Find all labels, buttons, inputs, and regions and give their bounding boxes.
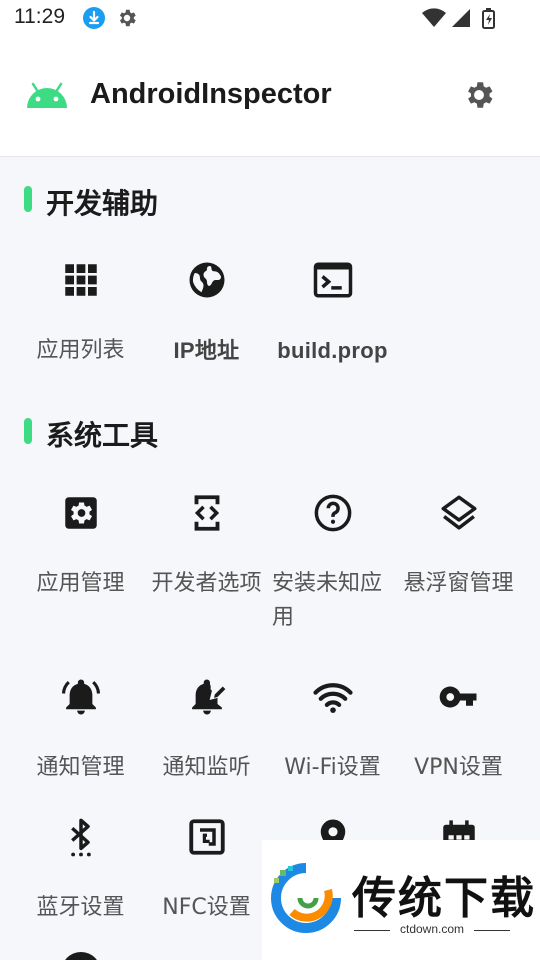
watermark-overlay: 传统下载 ctdown.com: [262, 840, 540, 960]
bluetooth-icon: [59, 815, 103, 859]
tile-app-list[interactable]: 应用列表: [18, 258, 143, 408]
app-title: AndroidInspector: [90, 78, 332, 110]
tile-app-management[interactable]: 应用管理: [18, 491, 143, 641]
tile-label: 开发者选项: [151, 571, 262, 596]
tile-label: 蓝牙设置: [36, 895, 125, 920]
bell-icon: [59, 675, 103, 719]
globe-icon: [185, 258, 229, 302]
tile-vpn-settings[interactable]: VPN设置: [396, 675, 521, 825]
help-circle-icon: [311, 491, 355, 535]
gear-icon: [468, 82, 493, 108]
app-bar: AndroidInspector: [0, 36, 540, 157]
battery-charging-icon: [482, 8, 495, 29]
gear-icon: [116, 7, 138, 33]
tile-nfc-settings[interactable]: NFC设置: [144, 815, 269, 960]
section-accent-bar: [24, 186, 32, 212]
wifi-icon: [422, 8, 446, 27]
section-title: 系统工具: [46, 419, 159, 452]
tile-notification-management[interactable]: 通知管理: [18, 675, 143, 825]
layers-icon: [437, 491, 481, 535]
app-settings-icon: [59, 491, 103, 535]
nfc-icon: [185, 815, 229, 859]
signal-icon: [452, 9, 470, 27]
tile-bluetooth-settings[interactable]: 蓝牙设置: [18, 815, 143, 960]
tile-developer-options[interactable]: 开发者选项: [144, 491, 269, 641]
tile-ip-address[interactable]: IP地址: [144, 258, 269, 408]
tile-label: IP地址: [173, 338, 240, 363]
developer-mode-icon: [185, 491, 229, 535]
section-title: 开发辅助: [46, 187, 159, 220]
tile-label: 安装未知应用: [272, 571, 383, 630]
vpn-key-icon: [437, 675, 481, 719]
tile-label: VPN设置: [414, 755, 503, 780]
tile-label: 悬浮窗管理: [403, 571, 514, 596]
tile-notification-listener[interactable]: 通知监听: [144, 675, 269, 825]
watermark-logo-icon: [270, 862, 342, 938]
tile-overlay-management[interactable]: 悬浮窗管理: [396, 491, 521, 641]
terminal-icon: [311, 258, 355, 302]
tile-label: 应用管理: [36, 571, 125, 596]
tile-build-prop[interactable]: build.prop: [270, 258, 395, 408]
status-right-icons: [422, 8, 502, 34]
watermark-url: ctdown.com: [354, 922, 510, 936]
tile-wifi-settings[interactable]: Wi-Fi设置: [270, 675, 395, 825]
status-bar: 11:29: [0, 0, 540, 36]
download-icon: [83, 7, 105, 29]
section-accent-bar: [24, 418, 32, 444]
tile-label: 应用列表: [36, 338, 125, 363]
tile-label: NFC设置: [162, 895, 251, 920]
tile-label: 通知监听: [162, 755, 251, 780]
settings-button[interactable]: [462, 78, 496, 116]
watermark-text: 传统下载: [352, 873, 536, 924]
tile-label: 通知管理: [36, 755, 125, 780]
tile-install-unknown-apps[interactable]: 安装未知应用: [270, 491, 395, 641]
wifi-icon: [311, 675, 355, 719]
tile-label: build.prop: [277, 338, 388, 363]
tile-label: Wi-Fi设置: [284, 755, 381, 780]
android-icon: [24, 80, 70, 114]
status-time: 11:29: [14, 5, 65, 28]
grid-apps-icon: [59, 258, 103, 302]
bell-edit-icon: [185, 675, 229, 719]
